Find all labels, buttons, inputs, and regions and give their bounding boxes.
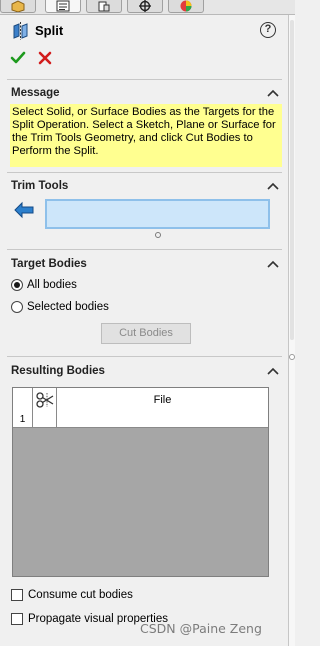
resulting-bodies-table[interactable]: File 1 xyxy=(12,387,269,577)
dimxpert-icon xyxy=(137,0,153,12)
scrollbar-resize-handle[interactable] xyxy=(289,354,295,360)
table-cell[interactable] xyxy=(33,412,57,427)
feature-title: Split xyxy=(35,23,64,38)
table-row[interactable]: 1 xyxy=(13,412,268,428)
cancel-button[interactable] xyxy=(37,50,53,66)
chevron-up-icon xyxy=(267,89,279,97)
feature-manager-icon xyxy=(10,0,26,12)
tab-feature-manager[interactable] xyxy=(0,0,36,13)
propagate-visual-properties-checkbox[interactable] xyxy=(11,613,23,625)
target-bodies-section-header: Target Bodies xyxy=(11,258,87,270)
message-section-header: Message xyxy=(11,87,60,99)
manager-tab-strip xyxy=(0,0,295,15)
selection-box-resize-handle[interactable] xyxy=(155,232,161,238)
resulting-bodies-collapse-button[interactable] xyxy=(266,365,280,377)
trim-tool-icon xyxy=(13,200,35,220)
trim-tools-section-header: Trim Tools xyxy=(11,180,69,192)
section-divider xyxy=(7,79,282,80)
radio-selected-bodies-label: Selected bodies xyxy=(27,301,109,313)
radio-all-bodies-label: All bodies xyxy=(27,279,77,291)
table-corner-cell xyxy=(13,388,33,412)
section-divider xyxy=(7,249,282,250)
configuration-manager-icon xyxy=(96,0,112,12)
resulting-bodies-section-header: Resulting Bodies xyxy=(11,365,105,377)
tab-configuration-manager[interactable] xyxy=(86,0,122,13)
table-column-header-scissors[interactable] xyxy=(33,388,57,412)
target-bodies-collapse-button[interactable] xyxy=(266,258,280,270)
tab-property-manager[interactable] xyxy=(45,0,81,13)
display-manager-icon xyxy=(178,0,194,12)
section-divider xyxy=(7,172,282,173)
radio-button[interactable] xyxy=(11,279,23,291)
radio-all-bodies[interactable]: All bodies xyxy=(11,277,77,293)
section-divider xyxy=(7,356,282,357)
consume-cut-bodies-checkbox[interactable] xyxy=(11,589,23,601)
checkmark-icon xyxy=(10,51,26,64)
ok-button[interactable] xyxy=(10,50,26,66)
close-icon xyxy=(38,51,52,65)
consume-cut-bodies-option[interactable]: Consume cut bodies xyxy=(11,587,133,603)
watermark-text: CSDN @Paine Zeng xyxy=(140,621,262,636)
help-icon[interactable]: ? xyxy=(260,22,276,38)
scrollbar-thumb[interactable] xyxy=(290,20,294,340)
chevron-up-icon xyxy=(267,367,279,375)
cut-bodies-button[interactable]: Cut Bodies xyxy=(101,323,191,344)
radio-selected-bodies[interactable]: Selected bodies xyxy=(11,299,109,315)
consume-cut-bodies-label: Consume cut bodies xyxy=(28,589,133,601)
trim-tools-selection-box[interactable] xyxy=(45,199,270,229)
message-text: Select Solid, or Surface Bodies as the T… xyxy=(10,104,282,167)
chevron-up-icon xyxy=(267,260,279,268)
tab-display-manager[interactable] xyxy=(168,0,204,13)
table-header: File xyxy=(13,388,268,413)
property-manager-icon xyxy=(55,0,71,12)
radio-button[interactable] xyxy=(11,301,23,313)
table-column-header-file[interactable]: File xyxy=(57,388,268,412)
split-feature-icon xyxy=(12,22,30,43)
message-collapse-button[interactable] xyxy=(266,87,280,99)
tab-dimxpert[interactable] xyxy=(127,0,163,13)
table-row-number: 1 xyxy=(13,412,33,427)
feature-title-row: Split ? xyxy=(10,20,282,42)
scissors-icon xyxy=(35,392,53,408)
trim-tools-collapse-button[interactable] xyxy=(266,180,280,192)
chevron-up-icon xyxy=(267,182,279,190)
